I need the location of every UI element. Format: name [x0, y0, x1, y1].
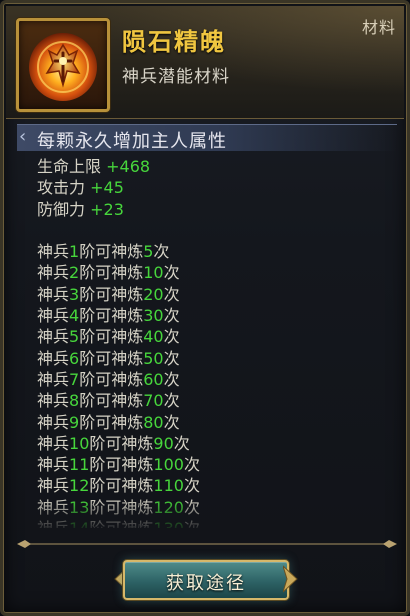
item-header: 陨石精魄 神兵潜能材料 材料	[6, 6, 404, 119]
obtain-source-label: 获取途径	[166, 573, 246, 594]
attribute-section-header: ‹ 每颗永久增加主人属性	[17, 124, 397, 152]
refine-row: 神兵6阶可神炼50次	[37, 348, 180, 368]
refine-row: 神兵11阶可神炼100次	[37, 455, 200, 475]
item-description-scroll[interactable]: 生命上限 +468 攻击力 +45 防御力 +23 神兵1阶可神炼5次 神兵2阶…	[37, 156, 377, 528]
refine-row: 神兵5阶可神炼40次	[37, 327, 180, 347]
attribute-section-label: 每颗永久增加主人属性	[37, 131, 227, 152]
item-name: 陨石精魄	[122, 28, 226, 56]
item-icon-frame	[16, 18, 110, 112]
obtain-source-button[interactable]: 获取途径	[123, 560, 289, 600]
stat-value: +45	[90, 178, 124, 198]
stat-label: 攻击力	[37, 178, 86, 198]
refine-row: 神兵13阶可神炼120次	[37, 497, 200, 517]
stat-row-defense: 防御力 +23	[37, 199, 377, 220]
stat-row-attack: 攻击力 +45	[37, 177, 377, 198]
refine-row: 神兵1阶可神炼5次	[37, 242, 170, 262]
refine-row: 神兵10阶可神炼90次	[37, 433, 190, 453]
refine-row: 神兵3阶可神炼20次	[37, 284, 180, 304]
refine-row: 神兵8阶可神炼70次	[37, 391, 180, 411]
stat-row-hp: 生命上限 +468	[37, 156, 377, 177]
refine-row: 神兵9阶可神炼80次	[37, 412, 180, 432]
refine-row: 神兵7阶可神炼60次	[37, 369, 180, 389]
chevron-left-icon: ‹	[19, 126, 27, 147]
stat-value: +468	[106, 157, 151, 176]
item-category-tag: 材料	[361, 18, 396, 37]
refine-row: 神兵12阶可神炼110次	[37, 476, 200, 496]
meteorite-essence-icon	[29, 33, 97, 101]
item-subtitle: 神兵潜能材料	[122, 67, 230, 87]
refine-row: 神兵2阶可神炼10次	[37, 263, 180, 283]
refine-row: 神兵14阶可神炼130次	[37, 518, 377, 528]
refine-row: 神兵4阶可神炼30次	[37, 306, 180, 326]
item-tooltip-panel: 陨石精魄 神兵潜能材料 材料 ‹ 每颗永久增加主人属性 生命上限 +468 攻击…	[0, 0, 410, 616]
stat-label: 防御力	[37, 199, 86, 219]
button-wing-right-icon	[283, 565, 298, 593]
stat-label: 生命上限	[37, 157, 102, 176]
ornate-divider	[17, 540, 397, 548]
stat-value: +23	[90, 199, 124, 219]
